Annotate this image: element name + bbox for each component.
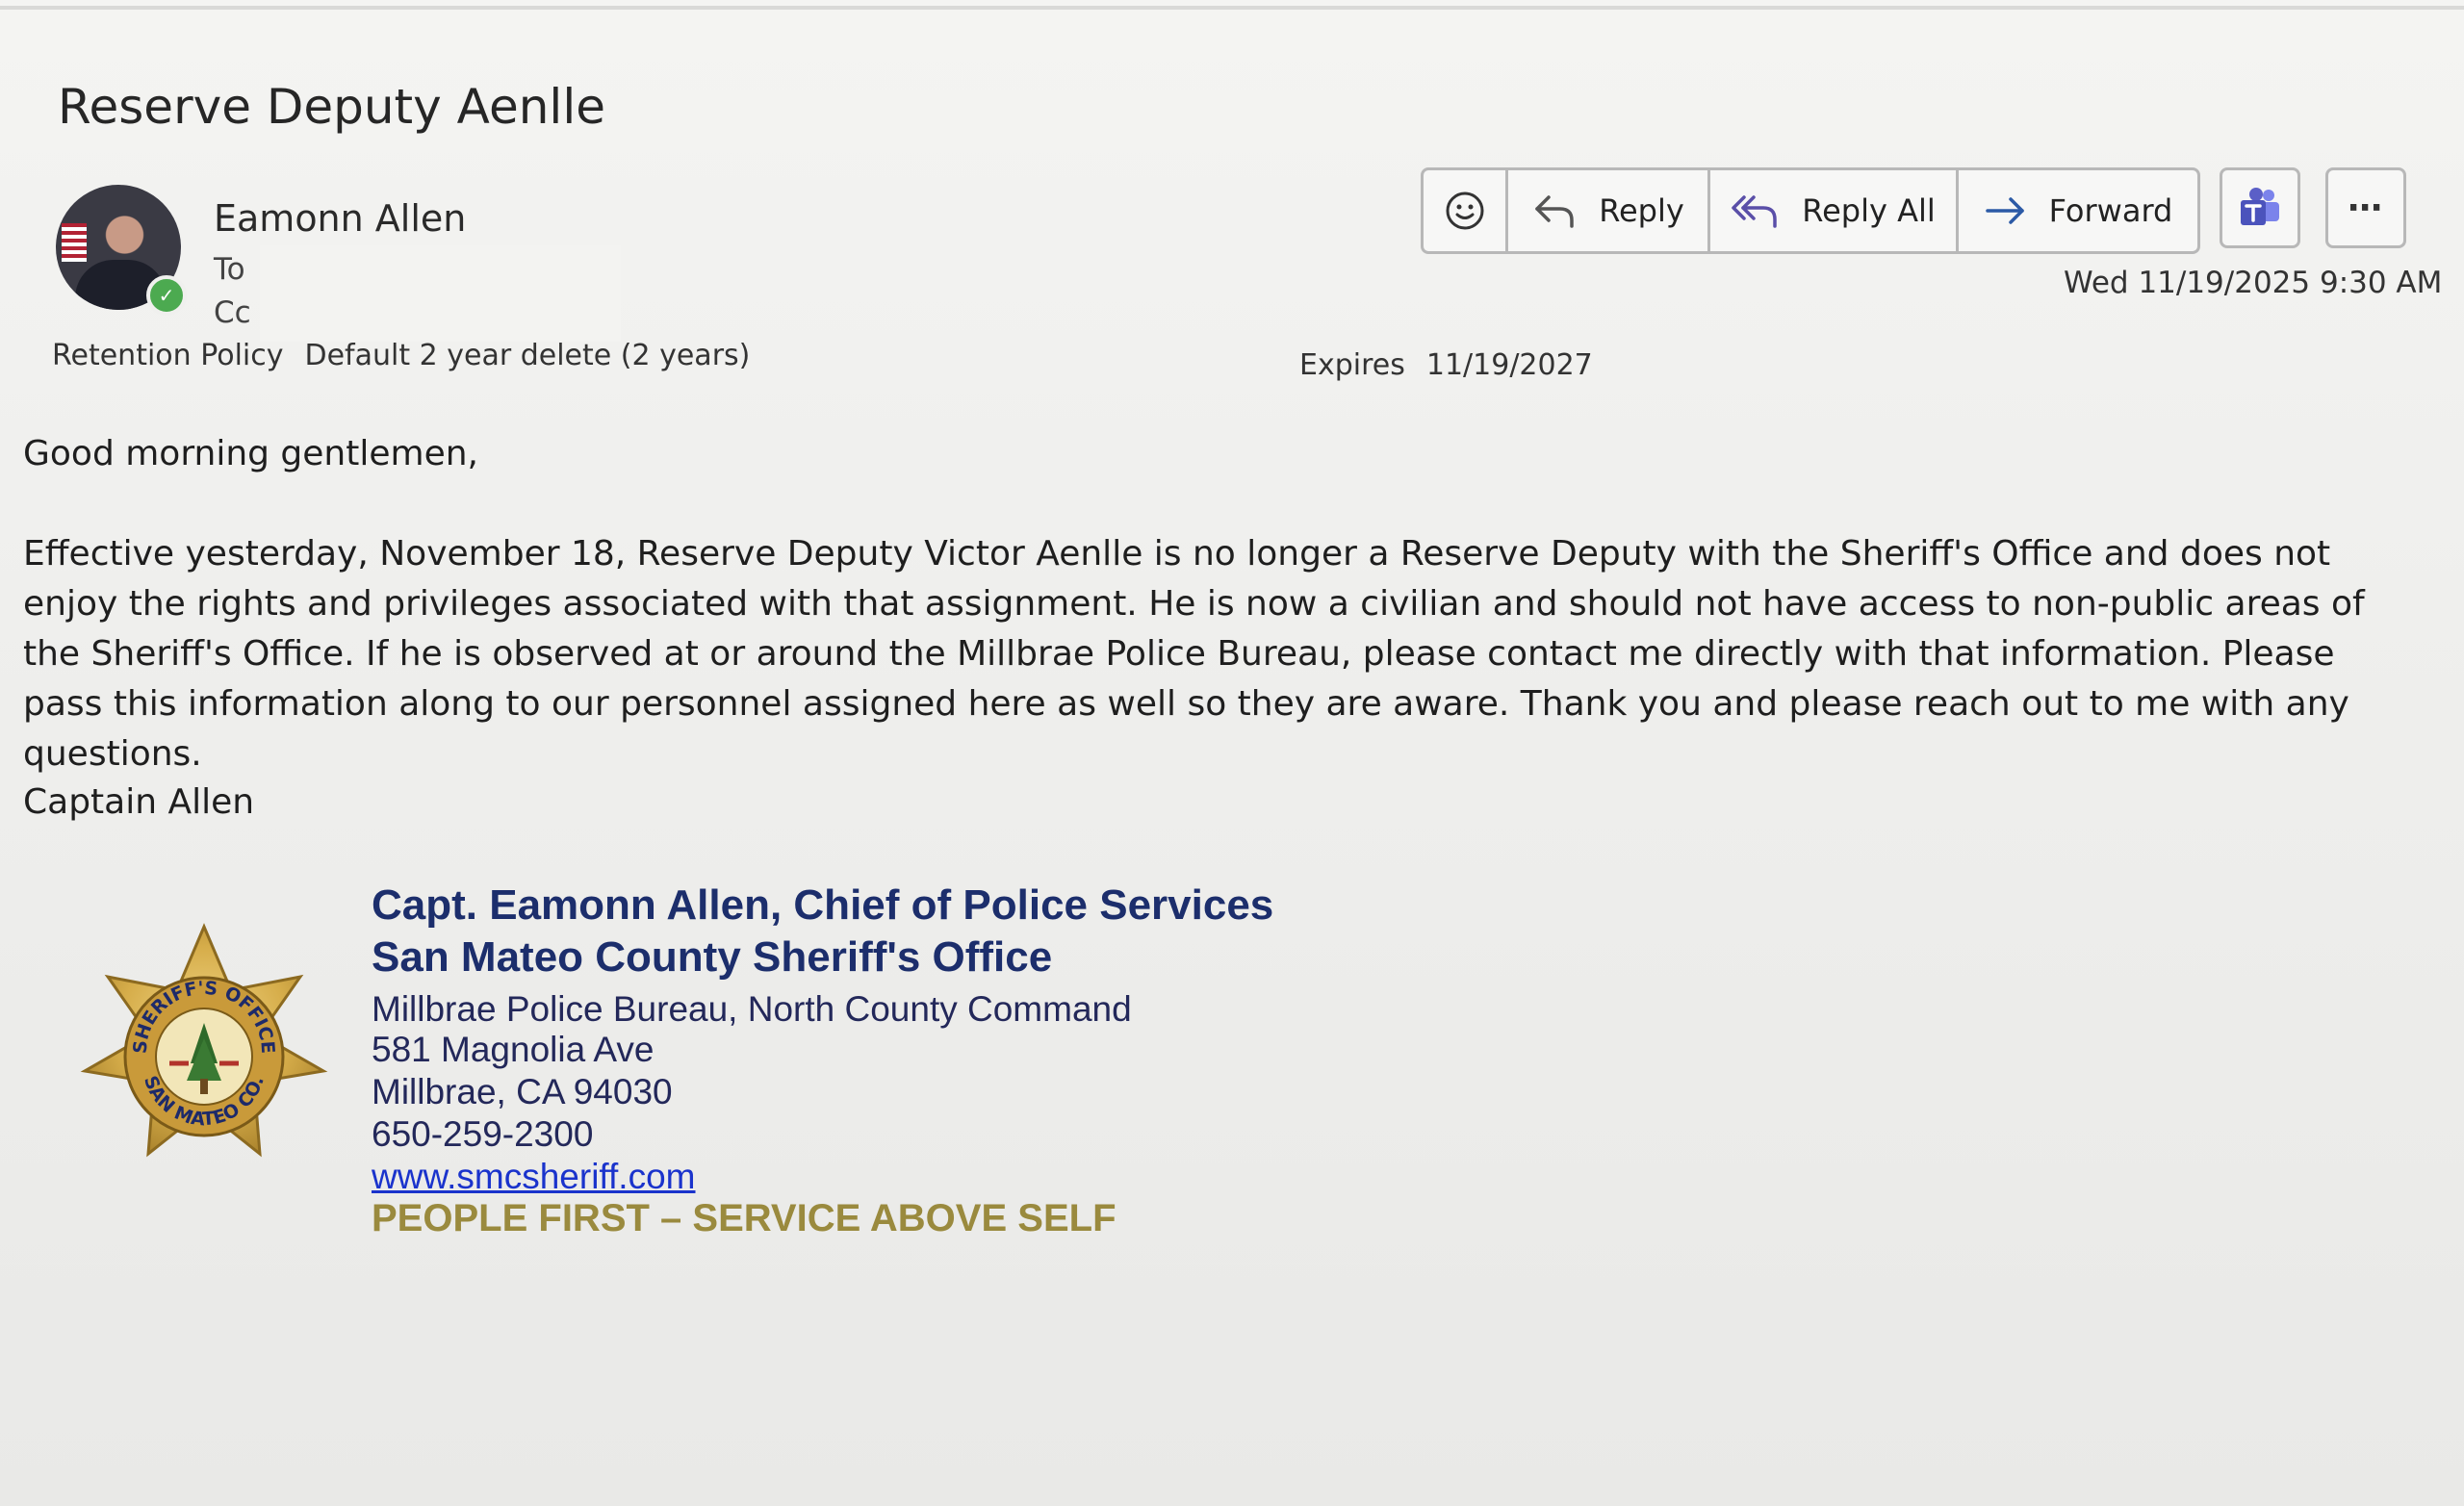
sheriff-star-badge-logo: SHERIFF'S OFFICE SAN MATEO CO. <box>80 923 328 1158</box>
email-greeting: Good morning gentlemen, <box>23 434 478 473</box>
more-actions-button[interactable]: ⋯ <box>2325 167 2406 248</box>
to-label: To <box>214 252 245 287</box>
signature-address: 581 Magnolia Ave <box>372 1030 654 1069</box>
reply-arrow-icon <box>1535 195 1574 228</box>
signature-motto: PEOPLE FIRST – SERVICE ABOVE SELF <box>372 1197 1116 1239</box>
divider <box>0 6 2464 10</box>
signature-city: Millbrae, CA 94030 <box>372 1072 673 1111</box>
signature-office: San Mateo County Sheriff's Office <box>372 933 1053 981</box>
expires-value: 11/19/2027 <box>1425 348 1593 382</box>
reply-all-arrow-icon <box>1732 195 1778 228</box>
retention-label: Retention Policy <box>52 339 284 372</box>
forward-button[interactable]: Forward <box>1959 170 2197 251</box>
teams-icon <box>2241 188 2279 225</box>
emoji-icon <box>1446 191 1483 230</box>
teams-chat-button[interactable] <box>2220 167 2300 248</box>
signature-title: Capt. Eamonn Allen, Chief of Police Serv… <box>372 881 1274 929</box>
email-body-paragraph: Effective yesterday, November 18, Reserv… <box>23 534 2365 774</box>
sent-timestamp: Wed 11/19/2025 9:30 AM <box>2064 266 2443 300</box>
signature-bureau: Millbrae Police Bureau, North County Com… <box>372 989 1132 1029</box>
cc-label: Cc <box>214 295 251 330</box>
forward-label: Forward <box>2048 192 2173 229</box>
reply-all-button[interactable]: Reply All <box>1710 170 1959 251</box>
forward-arrow-icon <box>1985 197 2024 224</box>
recipients-redacted <box>260 245 621 342</box>
reply-all-label: Reply All <box>1802 192 1936 229</box>
flag-graphic <box>62 223 87 262</box>
sender-name[interactable]: Eamonn Allen <box>214 197 466 240</box>
email-reading-pane: Reserve Deputy Aenlle ✓ Eamonn Allen To … <box>0 0 2464 1506</box>
expiry-info: Expires 11/19/2027 <box>1299 348 1593 382</box>
message-action-bar: Reply Reply All Forward <box>1421 167 2200 254</box>
expires-label: Expires <box>1299 348 1405 382</box>
presence-available-icon: ✓ <box>146 275 187 316</box>
reaction-button[interactable] <box>1424 170 1508 251</box>
retention-policy: Retention Policy Default 2 year delete (2… <box>52 339 750 372</box>
email-signoff: Captain Allen <box>23 782 255 822</box>
signature-website-link[interactable]: www.smcsheriff.com <box>372 1157 696 1197</box>
reply-label: Reply <box>1599 192 1684 229</box>
email-subject: Reserve Deputy Aenlle <box>58 79 605 135</box>
signature-phone: 650-259-2300 <box>372 1114 594 1154</box>
retention-value: Default 2 year delete (2 years) <box>304 339 751 372</box>
reply-button[interactable]: Reply <box>1508 170 1710 251</box>
